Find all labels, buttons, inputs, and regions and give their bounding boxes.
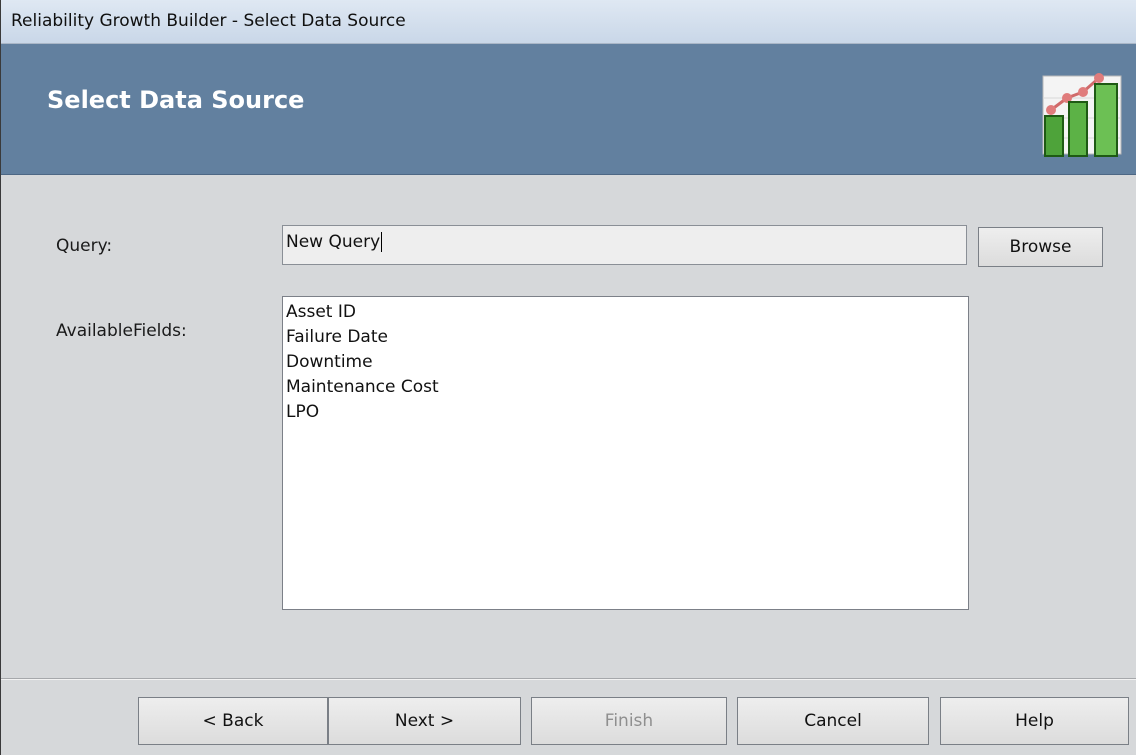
cancel-button[interactable]: Cancel [737,697,929,745]
chart-growth-icon [1042,73,1122,157]
title-bar[interactable]: Reliability Growth Builder - Select Data… [1,0,1136,44]
query-input[interactable]: New Query [282,225,967,265]
next-button[interactable]: Next > [328,697,521,745]
window-title: Reliability Growth Builder - Select Data… [11,11,406,31]
available-fields-list[interactable]: Asset ID Failure Date Downtime Maintenan… [282,296,969,610]
finish-button[interactable]: Finish [531,697,727,745]
footer-divider [1,678,1136,680]
query-label: Query: [56,236,113,256]
list-item[interactable]: Asset ID [286,300,965,325]
text-caret [381,232,383,252]
list-item[interactable]: Downtime [286,350,965,375]
browse-button[interactable]: Browse [978,227,1103,267]
help-button[interactable]: Help [940,697,1129,745]
back-button[interactable]: < Back [138,697,328,745]
page-title: Select Data Source [47,86,305,114]
wizard-header: Select Data Source [1,44,1136,175]
list-item[interactable]: Maintenance Cost [286,375,965,400]
wizard-window: Reliability Growth Builder - Select Data… [0,0,1136,755]
list-item[interactable]: LPO [286,400,965,425]
available-fields-label: AvailableFields: [56,321,187,341]
query-value: New Query [286,232,381,252]
list-item[interactable]: Failure Date [286,325,965,350]
